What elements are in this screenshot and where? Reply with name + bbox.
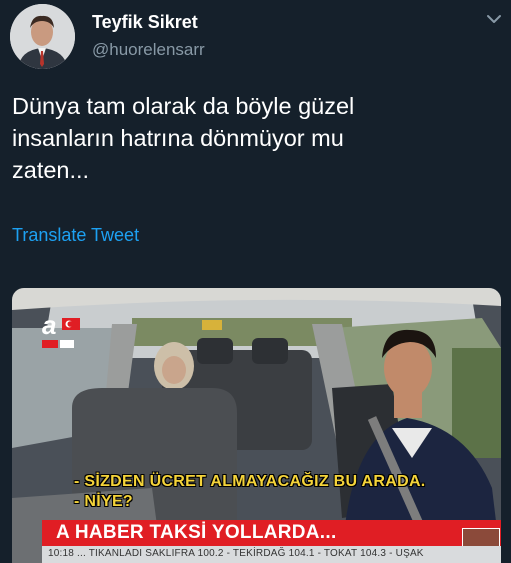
tweet-text-line: zaten... — [12, 157, 90, 183]
video-subtitle: - SİZDEN ÜCRET ALMAYACAĞIZ BU ARADA. - N… — [74, 472, 426, 512]
news-banner-title: A HABER TAKSİ YOLLARDA... — [56, 522, 337, 543]
author-handle[interactable]: @huorelensarr — [92, 40, 205, 60]
svg-text:a: a — [42, 312, 56, 340]
a-haber-logo-icon: a — [40, 312, 82, 350]
avatar[interactable] — [10, 4, 75, 69]
news-banner: A HABER TAKSİ YOLLARDA... — [42, 520, 501, 546]
subtitle-line: - NİYE? — [74, 493, 133, 510]
news-ticker-text: 10:18 ... TIKANLADI SAKLIFRA 100.2 - TEK… — [48, 548, 424, 559]
tweet-text: Dünya tam olarak da böyle güzel insanlar… — [12, 90, 482, 186]
subtitle-line: - SİZDEN ÜCRET ALMAYACAĞIZ BU ARADA. — [74, 473, 426, 490]
news-ticker: 10:18 ... TIKANLADI SAKLIFRA 100.2 - TEK… — [42, 546, 501, 563]
tweet-text-line: insanların hatrına dönmüyor mu — [12, 125, 344, 151]
tweet-text-line: Dünya tam olarak da böyle güzel — [12, 93, 355, 119]
tweet-media-image[interactable]: a - SİZDEN ÜCRET ALMAYACAĞIZ BU ARADA. -… — [12, 288, 501, 563]
author-display-name[interactable]: Teyfik Sikret — [92, 12, 198, 33]
chevron-down-icon[interactable] — [486, 12, 502, 24]
translate-tweet-link[interactable]: Translate Tweet — [12, 225, 139, 246]
avatar-image — [10, 4, 75, 69]
